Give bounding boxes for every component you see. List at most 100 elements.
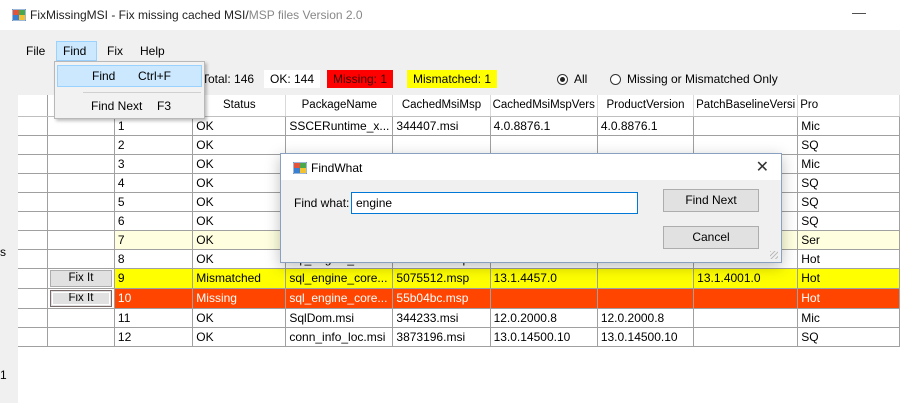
status-cell[interactable]: OK [192, 192, 287, 212]
cancel-button[interactable]: Cancel [663, 226, 759, 249]
product-cell[interactable]: Mic [797, 116, 900, 136]
cached-msi-msp-cell[interactable]: 3873196.msi [392, 327, 491, 347]
id-cell[interactable]: 4 [114, 173, 194, 193]
id-cell[interactable]: 7 [114, 230, 194, 250]
product-cell[interactable]: SQ [797, 192, 900, 212]
find-menu-item-find[interactable]: Find Ctrl+F [57, 65, 202, 87]
col-header-cached-msi-msp-version[interactable]: CachedMsiMspVers [490, 95, 598, 117]
table-row[interactable]: Fix It 9 Mismatched sql_engine_core... 50755… [18, 268, 900, 289]
package-name-cell[interactable]: sql_engine_core... [285, 268, 394, 289]
table-row[interactable]: 12 OK conn_info_loc.msi 3873196.msi 13.0.145… [18, 327, 900, 347]
row-header-cell[interactable] [18, 192, 48, 212]
status-cell[interactable]: Mismatched [192, 268, 287, 289]
cached-msi-msp-cell[interactable]: 55b04bc.msp [392, 288, 491, 309]
id-cell[interactable]: 12 [114, 327, 194, 347]
status-cell[interactable]: OK [192, 230, 287, 250]
menu-file[interactable]: File [20, 42, 51, 62]
col-header-package-name[interactable]: PackageName [285, 95, 394, 117]
status-cell[interactable]: OK [192, 154, 287, 174]
product-cell[interactable]: SQ [797, 327, 900, 347]
radio-all[interactable] [557, 74, 568, 85]
cached-version-cell[interactable]: 4.0.8876.1 [490, 116, 598, 136]
col-header-product[interactable]: Pro [797, 95, 900, 117]
menu-find[interactable]: Find [56, 41, 97, 61]
row-header-cell[interactable] [18, 154, 48, 174]
product-cell[interactable]: Hot [797, 288, 900, 309]
fix-it-button[interactable]: Fix It [49, 269, 112, 287]
id-cell[interactable]: 10 [114, 288, 194, 309]
patch-baseline-cell[interactable] [693, 116, 799, 136]
status-cell[interactable]: OK [192, 135, 287, 155]
row-header-cell[interactable] [18, 173, 48, 193]
id-cell[interactable]: 5 [114, 192, 194, 212]
resize-grip[interactable] [770, 251, 778, 259]
table-row[interactable]: Fix It 10 Missing sql_engine_core... 55b04bc… [18, 288, 900, 309]
cached-msi-msp-cell[interactable] [392, 135, 491, 155]
product-version-cell[interactable]: 4.0.8876.1 [597, 116, 695, 136]
product-cell[interactable]: SQ [797, 135, 900, 155]
product-cell[interactable]: SQ [797, 173, 900, 193]
close-icon[interactable]: ✕ [756, 157, 769, 177]
row-header-cell[interactable] [18, 135, 48, 155]
package-name-cell[interactable]: SqlDom.msi [285, 308, 394, 328]
col-header-status[interactable]: Status [192, 95, 287, 117]
col-header-product-version[interactable]: ProductVersion [597, 95, 695, 117]
find-next-button[interactable]: Find Next [663, 189, 759, 212]
radio-missing-only[interactable] [610, 74, 621, 85]
package-name-cell[interactable]: sql_engine_core... [285, 288, 394, 309]
id-cell[interactable]: 3 [114, 154, 194, 174]
status-cell[interactable]: Missing [192, 288, 287, 309]
product-cell[interactable]: Hot [797, 268, 900, 289]
id-cell[interactable]: 2 [114, 135, 194, 155]
minimize-button[interactable]: — [852, 4, 866, 20]
cached-msi-msp-cell[interactable]: 344407.msi [392, 116, 491, 136]
product-version-cell[interactable] [597, 268, 695, 289]
status-cell[interactable]: OK [192, 211, 287, 231]
product-version-cell[interactable] [597, 288, 695, 309]
package-name-cell[interactable]: conn_info_loc.msi [285, 327, 394, 347]
row-header-cell[interactable] [18, 308, 48, 328]
menu-help[interactable]: Help [134, 42, 171, 62]
product-cell[interactable]: Mic [797, 154, 900, 174]
product-cell[interactable]: Ser [797, 230, 900, 250]
id-cell[interactable]: 9 [114, 268, 194, 289]
find-what-input[interactable] [351, 192, 638, 214]
id-cell[interactable]: 8 [114, 249, 194, 269]
fix-it-button[interactable]: Fix It [49, 289, 112, 307]
cached-msi-msp-cell[interactable]: 344233.msi [392, 308, 491, 328]
product-cell[interactable]: Hot [797, 249, 900, 269]
cached-version-cell[interactable]: 12.0.2000.8 [490, 308, 598, 328]
package-name-cell[interactable]: SSCERuntime_x... [285, 116, 394, 136]
product-cell[interactable]: Mic [797, 308, 900, 328]
patch-baseline-cell[interactable] [693, 327, 799, 347]
product-cell[interactable]: SQ [797, 211, 900, 231]
cached-version-cell[interactable]: 13.1.4457.0 [490, 268, 598, 289]
patch-baseline-cell[interactable]: 13.1.4001.0 [693, 268, 799, 289]
patch-baseline-cell[interactable] [693, 288, 799, 309]
cached-msi-msp-cell[interactable]: 5075512.msp [392, 268, 491, 289]
id-cell[interactable]: 6 [114, 211, 194, 231]
row-header-cell[interactable] [18, 230, 48, 250]
patch-baseline-cell[interactable] [693, 135, 799, 155]
status-cell[interactable]: OK [192, 249, 287, 269]
row-header-cell[interactable] [18, 211, 48, 231]
package-name-cell[interactable] [285, 135, 394, 155]
cached-version-cell[interactable] [490, 135, 598, 155]
row-header-cell[interactable] [18, 249, 48, 269]
product-version-cell[interactable]: 13.0.14500.10 [597, 327, 695, 347]
status-cell[interactable]: OK [192, 173, 287, 193]
menu-fix[interactable]: Fix [101, 42, 129, 62]
product-version-cell[interactable] [597, 135, 695, 155]
row-header-cell[interactable] [18, 327, 48, 347]
row-header-cell[interactable] [18, 116, 48, 136]
find-menu-item-find-next[interactable]: Find Next F3 [57, 96, 202, 118]
product-version-cell[interactable]: 12.0.2000.8 [597, 308, 695, 328]
status-cell[interactable]: OK [192, 327, 287, 347]
col-header-patch-baseline-version[interactable]: PatchBaselineVersi [693, 95, 799, 117]
patch-baseline-cell[interactable] [693, 308, 799, 328]
status-cell[interactable]: OK [192, 116, 287, 136]
id-cell[interactable]: 11 [114, 308, 194, 328]
table-row[interactable]: 11 OK SqlDom.msi 344233.msi 12.0.2000.8 12.0.… [18, 308, 900, 328]
status-cell[interactable]: OK [192, 308, 287, 328]
cached-version-cell[interactable]: 13.0.14500.10 [490, 327, 598, 347]
